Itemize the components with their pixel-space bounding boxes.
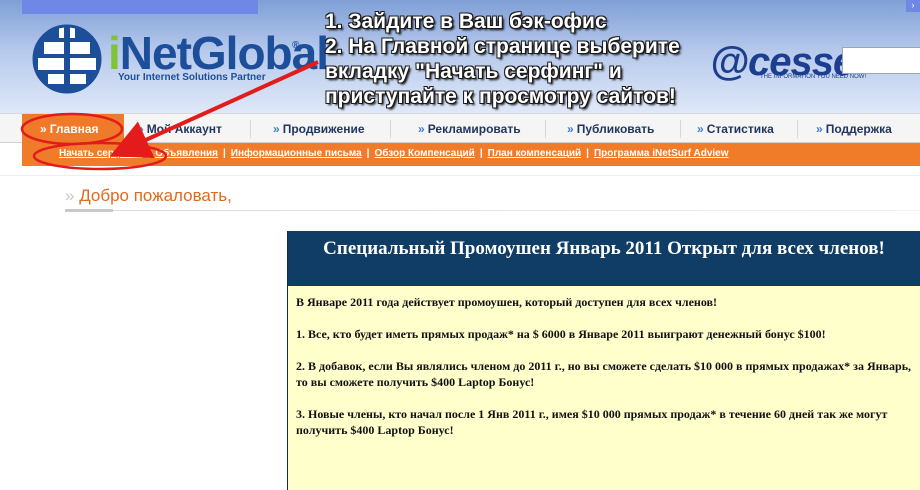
nav-arrow-icon: » [697, 122, 704, 136]
welcome-underline-accent [65, 209, 113, 212]
subnav-separator: | [222, 148, 226, 159]
subnav-links: Начать серфинг! | Объявления | Информационны… [59, 147, 729, 161]
promo-body: В Январе 2011 года действует промоушен, … [288, 286, 920, 490]
nav-divider [797, 120, 798, 138]
subnav-separator: | [147, 148, 151, 159]
tab-publish[interactable]: » Публиковать [567, 114, 654, 144]
tab-label: Рекламировать [427, 122, 521, 136]
tab-label: Публиковать [576, 122, 655, 136]
corner-button[interactable]: › [906, 0, 920, 12]
nav-arrow-icon: » [816, 122, 823, 136]
instruction-line-1: 1. Зайдите в Ваш бэк-офис [325, 10, 607, 33]
nav-arrow-icon: » [418, 122, 425, 136]
subnav-compensation-plan[interactable]: План компенсаций [488, 148, 582, 159]
tab-label: Продвижение [282, 122, 365, 136]
subnav-compensation-overview[interactable]: Обзор Компенсаций [374, 148, 474, 159]
tab-label: Поддержка [825, 122, 892, 136]
instruction-overlay: 1. Зайдите в Ваш бэк-офис 2. На Главной … [325, 9, 680, 109]
tab-statistics[interactable]: » Статистика [697, 114, 774, 144]
subnav-separator: | [586, 148, 589, 159]
subnav-separator: | [366, 148, 370, 159]
logo-tagline: Your Internet Solutions Partner [118, 72, 266, 83]
tab-support[interactable]: » Поддержка [816, 114, 892, 144]
content-divider [0, 175, 920, 176]
nav-arrow-icon: » [40, 122, 47, 136]
nav-divider [390, 120, 391, 138]
tab-label: Мой Аккаунт [146, 122, 222, 136]
promo-paragraph: В Январе 2011 года действует промоушен, … [296, 295, 717, 309]
nav-arrow-icon: » [137, 122, 144, 136]
subnav-newsletters[interactable]: Информационные письма [231, 148, 362, 159]
tab-promotion[interactable]: » Продвижение [273, 114, 365, 144]
subnav-inetsurf-adview[interactable]: Программа iNetSurf Adview [594, 148, 729, 159]
tab-label: Главная [49, 122, 99, 136]
header-banner: › iNetGlobal ® Your Internet Solutions P… [0, 0, 920, 113]
subnav-announcements[interactable]: Объявления [155, 148, 218, 159]
promo-paragraph: 1. Все, кто будет иметь прямых продаж* н… [296, 327, 826, 341]
nav-divider [250, 120, 251, 138]
tab-my-account[interactable]: » Мой Аккаунт [137, 114, 222, 144]
nav-divider [545, 120, 546, 138]
subnav-start-surfing[interactable]: Начать серфинг! [59, 148, 142, 159]
instruction-line-2: 2. На Главной странице выберите [325, 35, 680, 58]
promo-paragraph: 3. Новые члены, кто начал после 1 Янв 20… [296, 407, 888, 437]
tab-label: Статистика [706, 122, 774, 136]
sub-nav: Начать серфинг! | Объявления | Информационны… [22, 143, 920, 166]
subnav-separator: | [479, 148, 483, 159]
inetglobal-logo[interactable]: iNetGlobal [108, 30, 329, 76]
promo-title: Специальный Промоушен Январь 2011 Открыт… [288, 231, 920, 286]
top-strip [22, 0, 258, 14]
welcome-underline [65, 210, 920, 211]
nav-arrow-icon: » [567, 122, 574, 136]
welcome-text: Добро пожаловать, [79, 186, 232, 205]
welcome-arrow-icon: » [65, 186, 75, 205]
promo-box: Специальный Промоушен Январь 2011 Открыт… [287, 231, 920, 490]
tab-home[interactable]: » Главная [22, 114, 124, 144]
welcome-heading: » Добро пожаловать, [65, 186, 232, 206]
logo-registered-mark: ® [292, 40, 300, 51]
nav-arrow-icon: » [273, 122, 280, 136]
header-input[interactable] [842, 47, 920, 74]
acesse-tagline: THE INFORMATION YOU NEED NOW! [760, 74, 867, 80]
instruction-line-3: вкладку "Начать серфинг" и [325, 60, 622, 83]
instruction-line-4: приступайте к просмотру сайтов! [325, 85, 676, 108]
globe-logo-icon [32, 24, 102, 94]
main-nav: » Главная » Мой Аккаунт » Продвижение » Рекл… [0, 113, 920, 144]
page: › iNetGlobal ® Your Internet Solutions P… [0, 0, 920, 490]
promo-paragraph: 2. В добавок, если Вы являлись членом до… [296, 359, 912, 389]
nav-divider [680, 120, 681, 138]
tab-advertise[interactable]: » Рекламировать [418, 114, 521, 144]
